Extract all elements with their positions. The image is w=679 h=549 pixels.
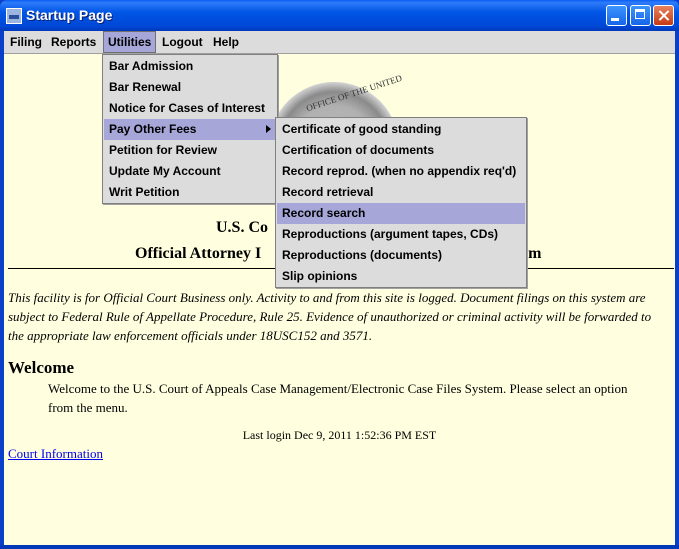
menu-reports[interactable]: Reports <box>47 31 100 53</box>
menu-item-notice-cases-of-interest[interactable]: Notice for Cases of Interest <box>104 98 276 119</box>
menu-item-reproductions-documents[interactable]: Reproductions (documents) <box>277 245 525 266</box>
menu-item-pay-other-fees[interactable]: Pay Other Fees <box>104 119 276 140</box>
menu-item-bar-renewal[interactable]: Bar Renewal <box>104 77 276 98</box>
menu-item-record-retrieval[interactable]: Record retrieval <box>277 182 525 203</box>
menu-item-slip-opinions[interactable]: Slip opinions <box>277 266 525 287</box>
menu-filing[interactable]: Filing <box>6 31 46 53</box>
application-window: Startup Page Filing Reports Utilities Lo… <box>0 0 679 549</box>
window-frame-bottom <box>0 545 679 549</box>
menu-item-writ-petition[interactable]: Writ Petition <box>104 182 276 203</box>
submenu-arrow-icon <box>266 125 271 133</box>
title-bar[interactable]: Startup Page <box>0 0 679 31</box>
welcome-heading: Welcome <box>8 358 75 377</box>
usage-notice: This facility is for Official Court Busi… <box>8 290 652 343</box>
menu-item-petition-for-review[interactable]: Petition for Review <box>104 140 276 161</box>
menu-logout[interactable]: Logout <box>158 31 207 53</box>
menu-item-record-reprod[interactable]: Record reprod. (when no appendix req'd) <box>277 161 525 182</box>
menu-item-update-my-account[interactable]: Update My Account <box>104 161 276 182</box>
menu-item-certification-documents[interactable]: Certification of documents <box>277 140 525 161</box>
menu-bar: Filing Reports Utilities Logout Help <box>4 31 675 54</box>
close-button[interactable] <box>653 5 674 26</box>
last-login: Last login Dec 9, 2011 1:52:36 PM EST <box>242 428 437 442</box>
menu-item-bar-admission[interactable]: Bar Admission <box>104 56 276 77</box>
app-icon <box>6 8 22 24</box>
menu-utilities[interactable]: Utilities <box>103 31 157 53</box>
court-information-link[interactable]: Court Information <box>8 446 103 462</box>
minimize-button[interactable] <box>606 5 627 26</box>
menu-item-certificate-good-standing[interactable]: Certificate of good standing <box>277 119 525 140</box>
maximize-button[interactable] <box>630 5 651 26</box>
menu-item-record-search[interactable]: Record search <box>277 203 525 224</box>
menu-help[interactable]: Help <box>209 31 243 53</box>
pay-other-fees-submenu: Certificate of good standing Certificati… <box>275 117 527 288</box>
window-title: Startup Page <box>26 7 113 23</box>
menu-item-reproductions-tapes-cds[interactable]: Reproductions (argument tapes, CDs) <box>277 224 525 245</box>
welcome-text: Welcome to the U.S. Court of Appeals Cas… <box>48 381 628 415</box>
utilities-menu-dropdown: Bar Admission Bar Renewal Notice for Cas… <box>102 54 278 204</box>
